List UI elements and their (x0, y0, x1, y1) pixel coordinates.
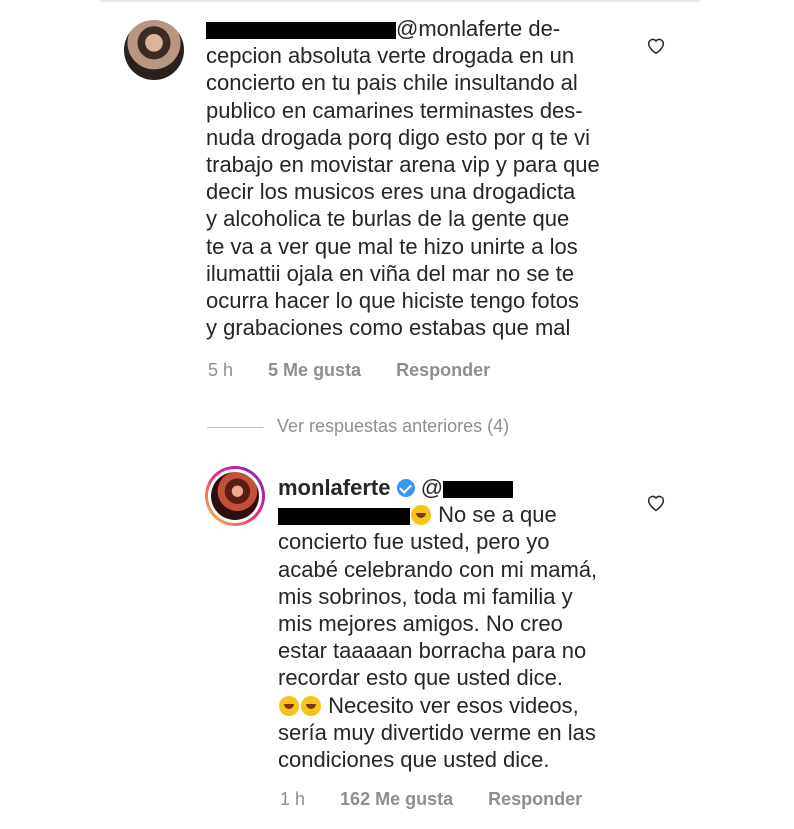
heart-icon[interactable] (646, 494, 666, 512)
reply-text: monlaferte @ No se a que concierto fue u… (278, 474, 638, 773)
comment-body: de- cepcion absoluta verte drogada en un… (206, 16, 600, 341)
top-divider (100, 0, 700, 2)
view-previous-replies-label: Ver respuestas anteriores (4) (277, 416, 510, 436)
laughing-emoji-icon (411, 505, 431, 526)
laughing-emoji-icon (279, 695, 299, 716)
redacted-username (206, 21, 396, 39)
reply-button[interactable]: Responder (396, 360, 490, 380)
reply-avatar[interactable] (205, 466, 265, 526)
comment-meta: 5 h 5 Me gusta Responder (208, 360, 520, 381)
laughing-emoji-icon (301, 695, 321, 716)
comment-text: @monlaferte de- cepcion absoluta verte d… (206, 15, 626, 341)
reply-mention[interactable]: @ (421, 475, 443, 500)
likes-count[interactable]: 5 Me gusta (268, 360, 361, 380)
reply-time: 1 h (280, 789, 306, 809)
reply-body-part1: No se a que concierto fue usted, pero yo… (278, 502, 598, 691)
reply-username[interactable]: monlaferte (278, 475, 390, 500)
heart-icon[interactable] (646, 37, 666, 55)
reply-body-part2: Necesito ver esos videos, sería muy dive… (278, 692, 596, 773)
redacted-mention-cont (278, 507, 410, 525)
reply-reply-button[interactable]: Responder (488, 789, 582, 809)
commenter-avatar[interactable] (124, 20, 184, 80)
avatar-image (211, 472, 259, 520)
view-previous-replies[interactable]: Ver respuestas anteriores (4) (207, 416, 509, 437)
reply-meta: 1 h 162 Me gusta Responder (280, 789, 612, 810)
reply-thread-line (207, 426, 263, 428)
comment-time: 5 h (208, 360, 234, 380)
reply-likes-count[interactable]: 162 Me gusta (340, 789, 453, 809)
redacted-mention (443, 480, 514, 498)
verified-badge-icon (396, 479, 415, 497)
mention-link[interactable]: @monlaferte (396, 16, 522, 41)
